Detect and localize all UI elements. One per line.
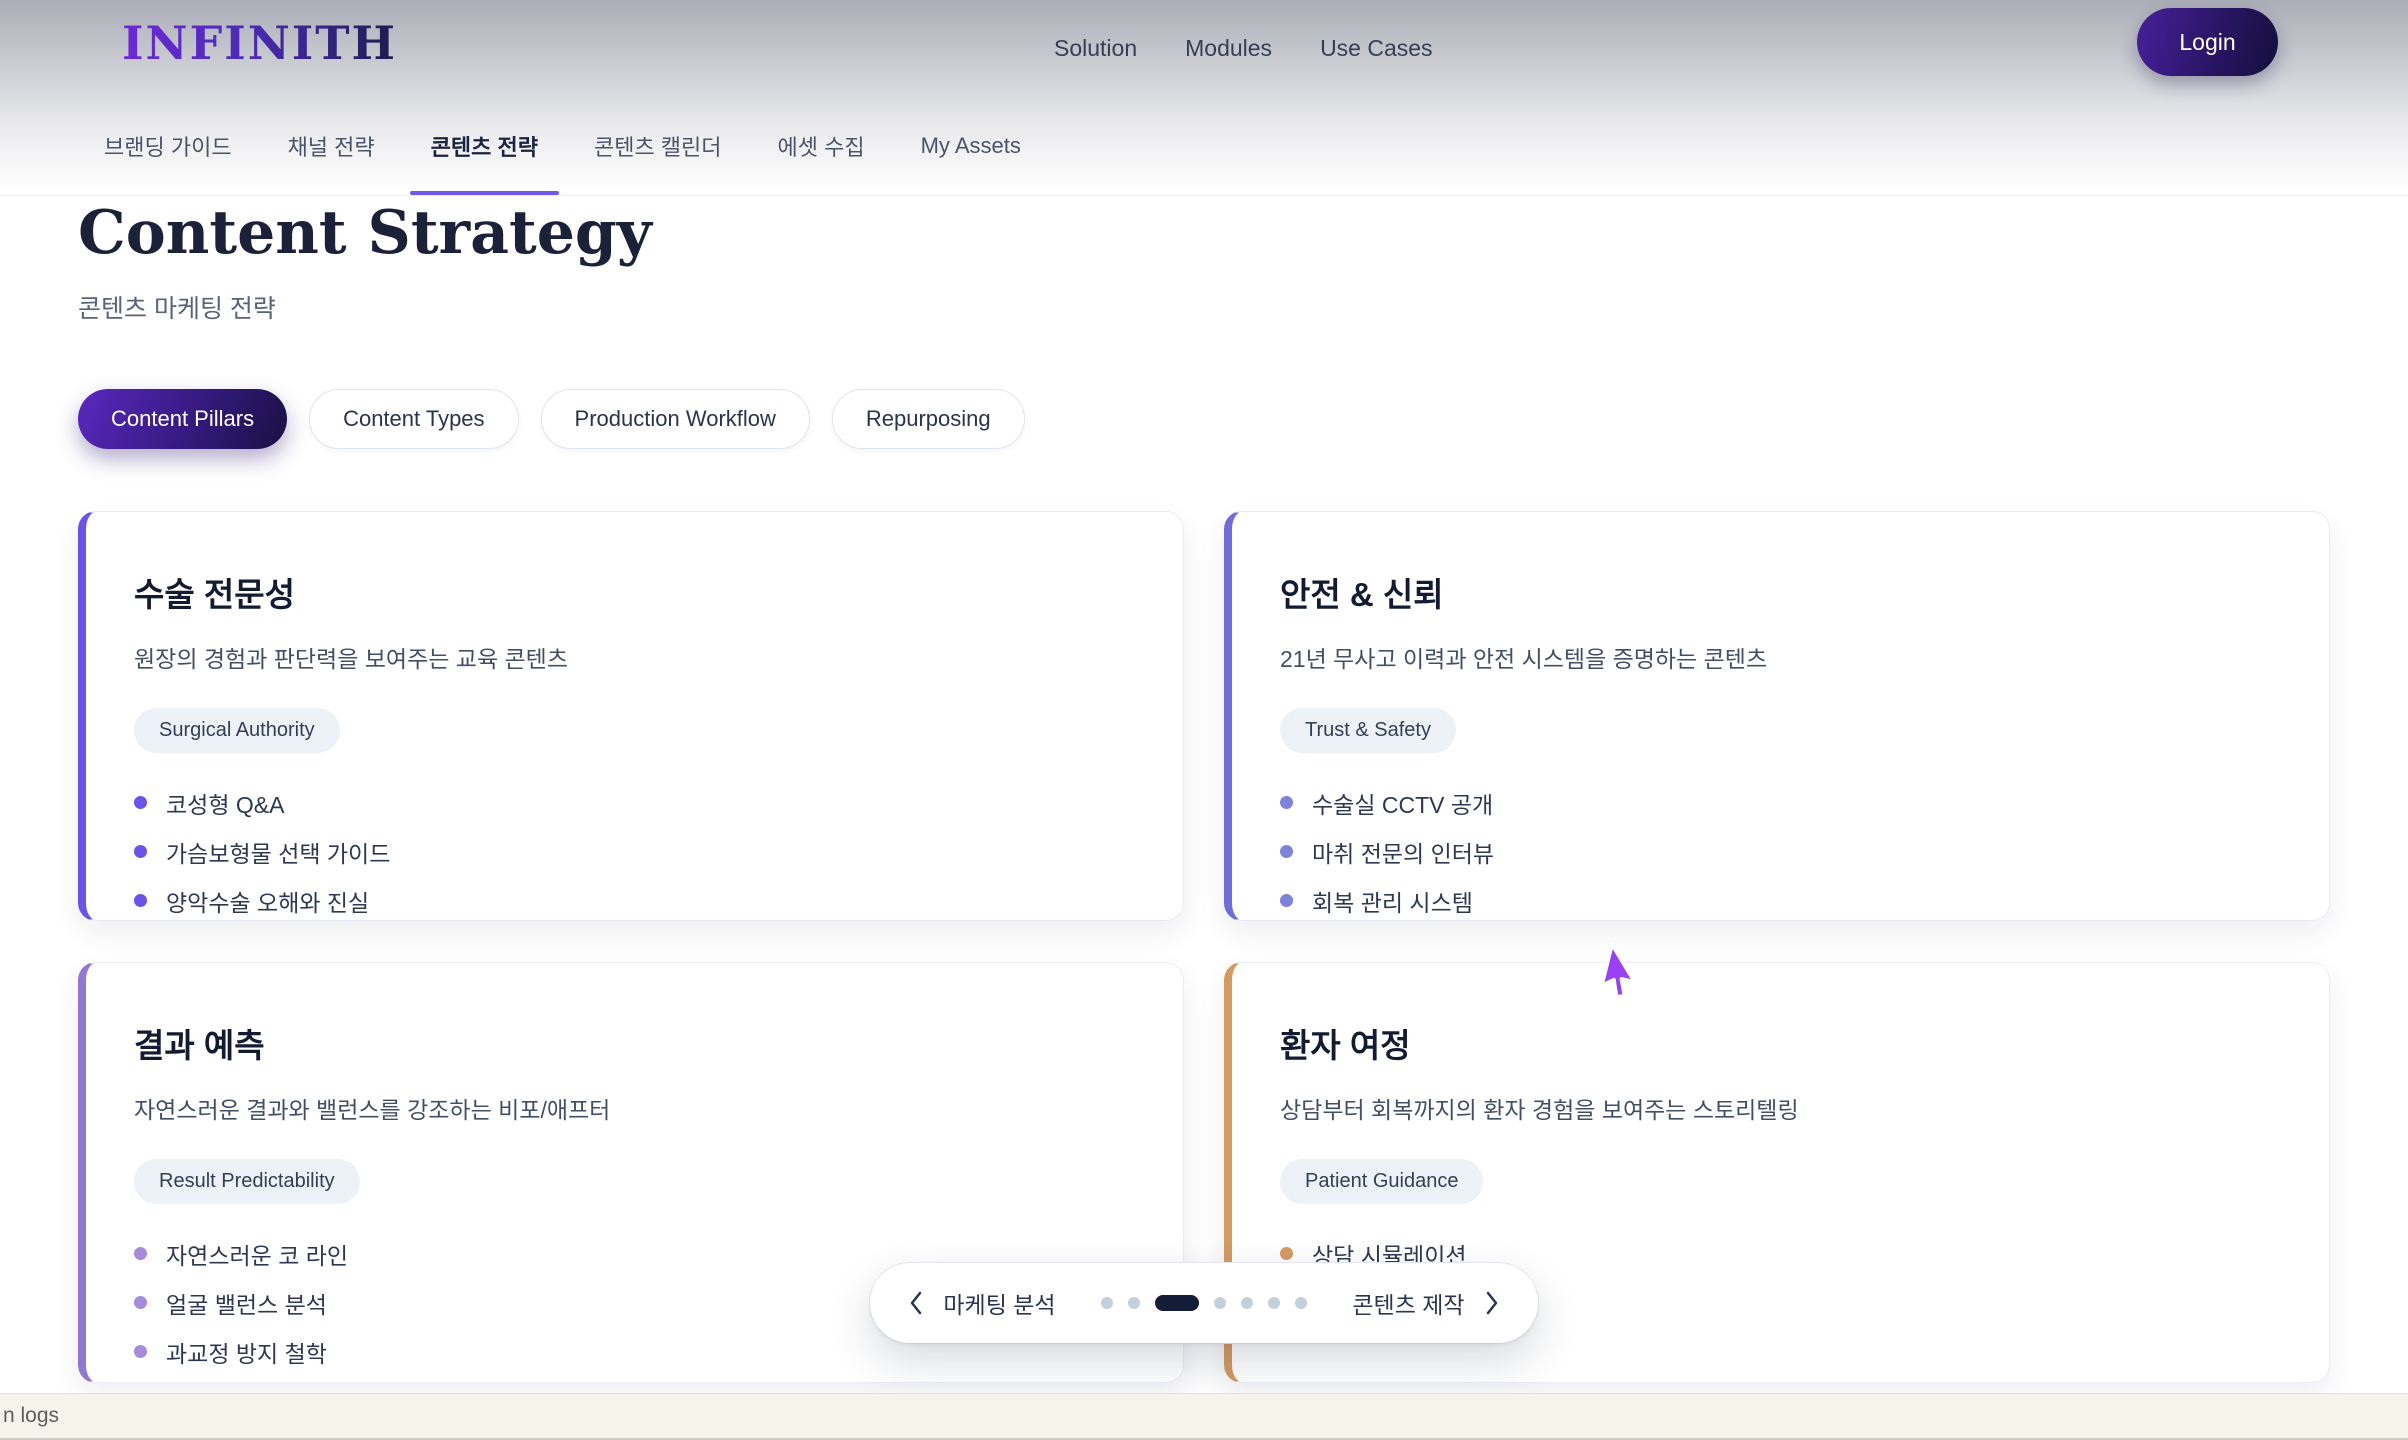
filter-production-workflow[interactable]: Production Workflow (541, 389, 810, 449)
bullet-dot-icon (134, 845, 147, 858)
status-bar-text: n logs (3, 1404, 59, 1428)
card-bullet-list: 코성형 Q&A 가슴보형물 선택 가이드 양악수술 오해와 진실 (134, 789, 1135, 914)
card-badge: Surgical Authority (134, 708, 340, 753)
chevron-left-icon[interactable] (908, 1290, 924, 1316)
pager-dot[interactable] (1101, 1297, 1113, 1309)
site-header: INFINITH Solution Modules Use Cases Logi… (0, 0, 2408, 96)
pager-dots (1101, 1295, 1307, 1311)
main-content: Content Strategy 콘텐츠 마케팅 전략 Content Pill… (0, 202, 2408, 1383)
list-item: 양악수술 오해와 진실 (134, 887, 1135, 914)
list-item-label: 양악수술 오해와 진실 (166, 884, 369, 918)
bullet-dot-icon (134, 1247, 147, 1260)
main-nav: Solution Modules Use Cases (1054, 0, 1433, 96)
pager-next-label[interactable]: 콘텐츠 제작 (1352, 1286, 1464, 1320)
pager-dot[interactable] (1128, 1297, 1140, 1309)
list-item-label: 수술실 CCTV 공개 (1312, 786, 1493, 820)
bullet-dot-icon (1280, 1247, 1293, 1260)
card-description: 자연스러운 결과와 밸런스를 강조하는 비포/애프터 (134, 1091, 1135, 1125)
pager-prev-label[interactable]: 마케팅 분석 (943, 1286, 1055, 1320)
bullet-dot-icon (134, 796, 147, 809)
list-item-label: 코성형 Q&A (166, 786, 284, 820)
chevron-right-icon[interactable] (1484, 1290, 1500, 1316)
tab-channel-strategy[interactable]: 채널 전략 (288, 96, 375, 195)
filter-pill-group: Content Pillars Content Types Production… (78, 389, 2330, 449)
tab-bar: 브랜딩 가이드 채널 전략 콘텐츠 전략 콘텐츠 캘린더 에셋 수집 My As… (0, 96, 2408, 196)
bullet-dot-icon (1280, 796, 1293, 809)
bullet-dot-icon (1280, 845, 1293, 858)
card-description: 원장의 경험과 판단력을 보여주는 교육 콘텐츠 (134, 640, 1135, 674)
card-bullet-list: 수술실 CCTV 공개 마취 전문의 인터뷰 회복 관리 시스템 (1280, 789, 2281, 914)
list-item-label: 자연스러운 코 라인 (166, 1237, 348, 1271)
list-item: 코성형 Q&A (134, 789, 1135, 816)
mouse-cursor (1598, 938, 1650, 1002)
pager-dot[interactable] (1295, 1297, 1307, 1309)
list-item: 가슴보형물 선택 가이드 (134, 838, 1135, 865)
pillar-card-trust: 안전 & 신뢰 21년 무사고 이력과 안전 시스템을 증명하는 콘텐츠 Tru… (1224, 511, 2330, 921)
card-badge: Result Predictability (134, 1159, 360, 1204)
list-item-label: 마취 전문의 인터뷰 (1312, 835, 1494, 869)
tab-content-calendar[interactable]: 콘텐츠 캘린더 (594, 96, 722, 195)
list-item-label: 얼굴 밸런스 분석 (166, 1286, 327, 1320)
filter-repurposing[interactable]: Repurposing (832, 389, 1025, 449)
card-title: 수술 전문성 (134, 568, 1135, 616)
card-title: 환자 여정 (1280, 1019, 2281, 1067)
card-title: 결과 예측 (134, 1019, 1135, 1067)
nav-item-use-cases[interactable]: Use Cases (1320, 35, 1432, 62)
list-item-label: 과교정 방지 철학 (166, 1335, 327, 1369)
card-title: 안전 & 신뢰 (1280, 568, 2281, 616)
list-item-label: 가슴보형물 선택 가이드 (166, 835, 390, 869)
nav-item-modules[interactable]: Modules (1185, 35, 1272, 62)
nav-item-solution[interactable]: Solution (1054, 35, 1137, 62)
pager-dot[interactable] (1214, 1297, 1226, 1309)
list-item: 회복 관리 시스템 (1280, 887, 2281, 914)
list-item-label: 회복 관리 시스템 (1312, 884, 1473, 918)
pager-dot[interactable] (1241, 1297, 1253, 1309)
list-item: 수술실 CCTV 공개 (1280, 789, 2281, 816)
bullet-dot-icon (1280, 894, 1293, 907)
tab-branding-guide[interactable]: 브랜딩 가이드 (104, 96, 232, 195)
filter-content-types[interactable]: Content Types (309, 389, 518, 449)
login-button[interactable]: Login (2137, 8, 2278, 76)
card-description: 21년 무사고 이력과 안전 시스템을 증명하는 콘텐츠 (1280, 640, 2281, 674)
filter-content-pillars[interactable]: Content Pillars (78, 389, 287, 449)
pager-dot[interactable] (1268, 1297, 1280, 1309)
bullet-dot-icon (134, 894, 147, 907)
pager-dot-active[interactable] (1155, 1295, 1199, 1311)
card-description: 상담부터 회복까지의 환자 경험을 보여주는 스토리텔링 (1280, 1091, 2281, 1125)
tab-content-strategy[interactable]: 콘텐츠 전략 (431, 96, 538, 195)
pillar-cards-grid: 수술 전문성 원장의 경험과 판단력을 보여주는 교육 콘텐츠 Surgical… (78, 511, 2330, 1383)
list-item: 마취 전문의 인터뷰 (1280, 838, 2281, 865)
tab-asset-collection[interactable]: 에셋 수집 (778, 96, 865, 195)
status-bar: n logs (0, 1393, 2408, 1440)
pillar-card-surgical: 수술 전문성 원장의 경험과 판단력을 보여주는 교육 콘텐츠 Surgical… (78, 511, 1184, 921)
bullet-dot-icon (134, 1345, 147, 1358)
card-badge: Patient Guidance (1280, 1159, 1483, 1204)
card-badge: Trust & Safety (1280, 708, 1456, 753)
logo: INFINITH (122, 20, 397, 66)
page-subtitle: 콘텐츠 마케팅 전략 (78, 289, 2330, 325)
bullet-dot-icon (134, 1296, 147, 1309)
tab-my-assets[interactable]: My Assets (921, 96, 1021, 195)
page-title: Content Strategy (78, 202, 2330, 265)
section-pager: 마케팅 분석 콘텐츠 제작 (870, 1263, 1538, 1343)
